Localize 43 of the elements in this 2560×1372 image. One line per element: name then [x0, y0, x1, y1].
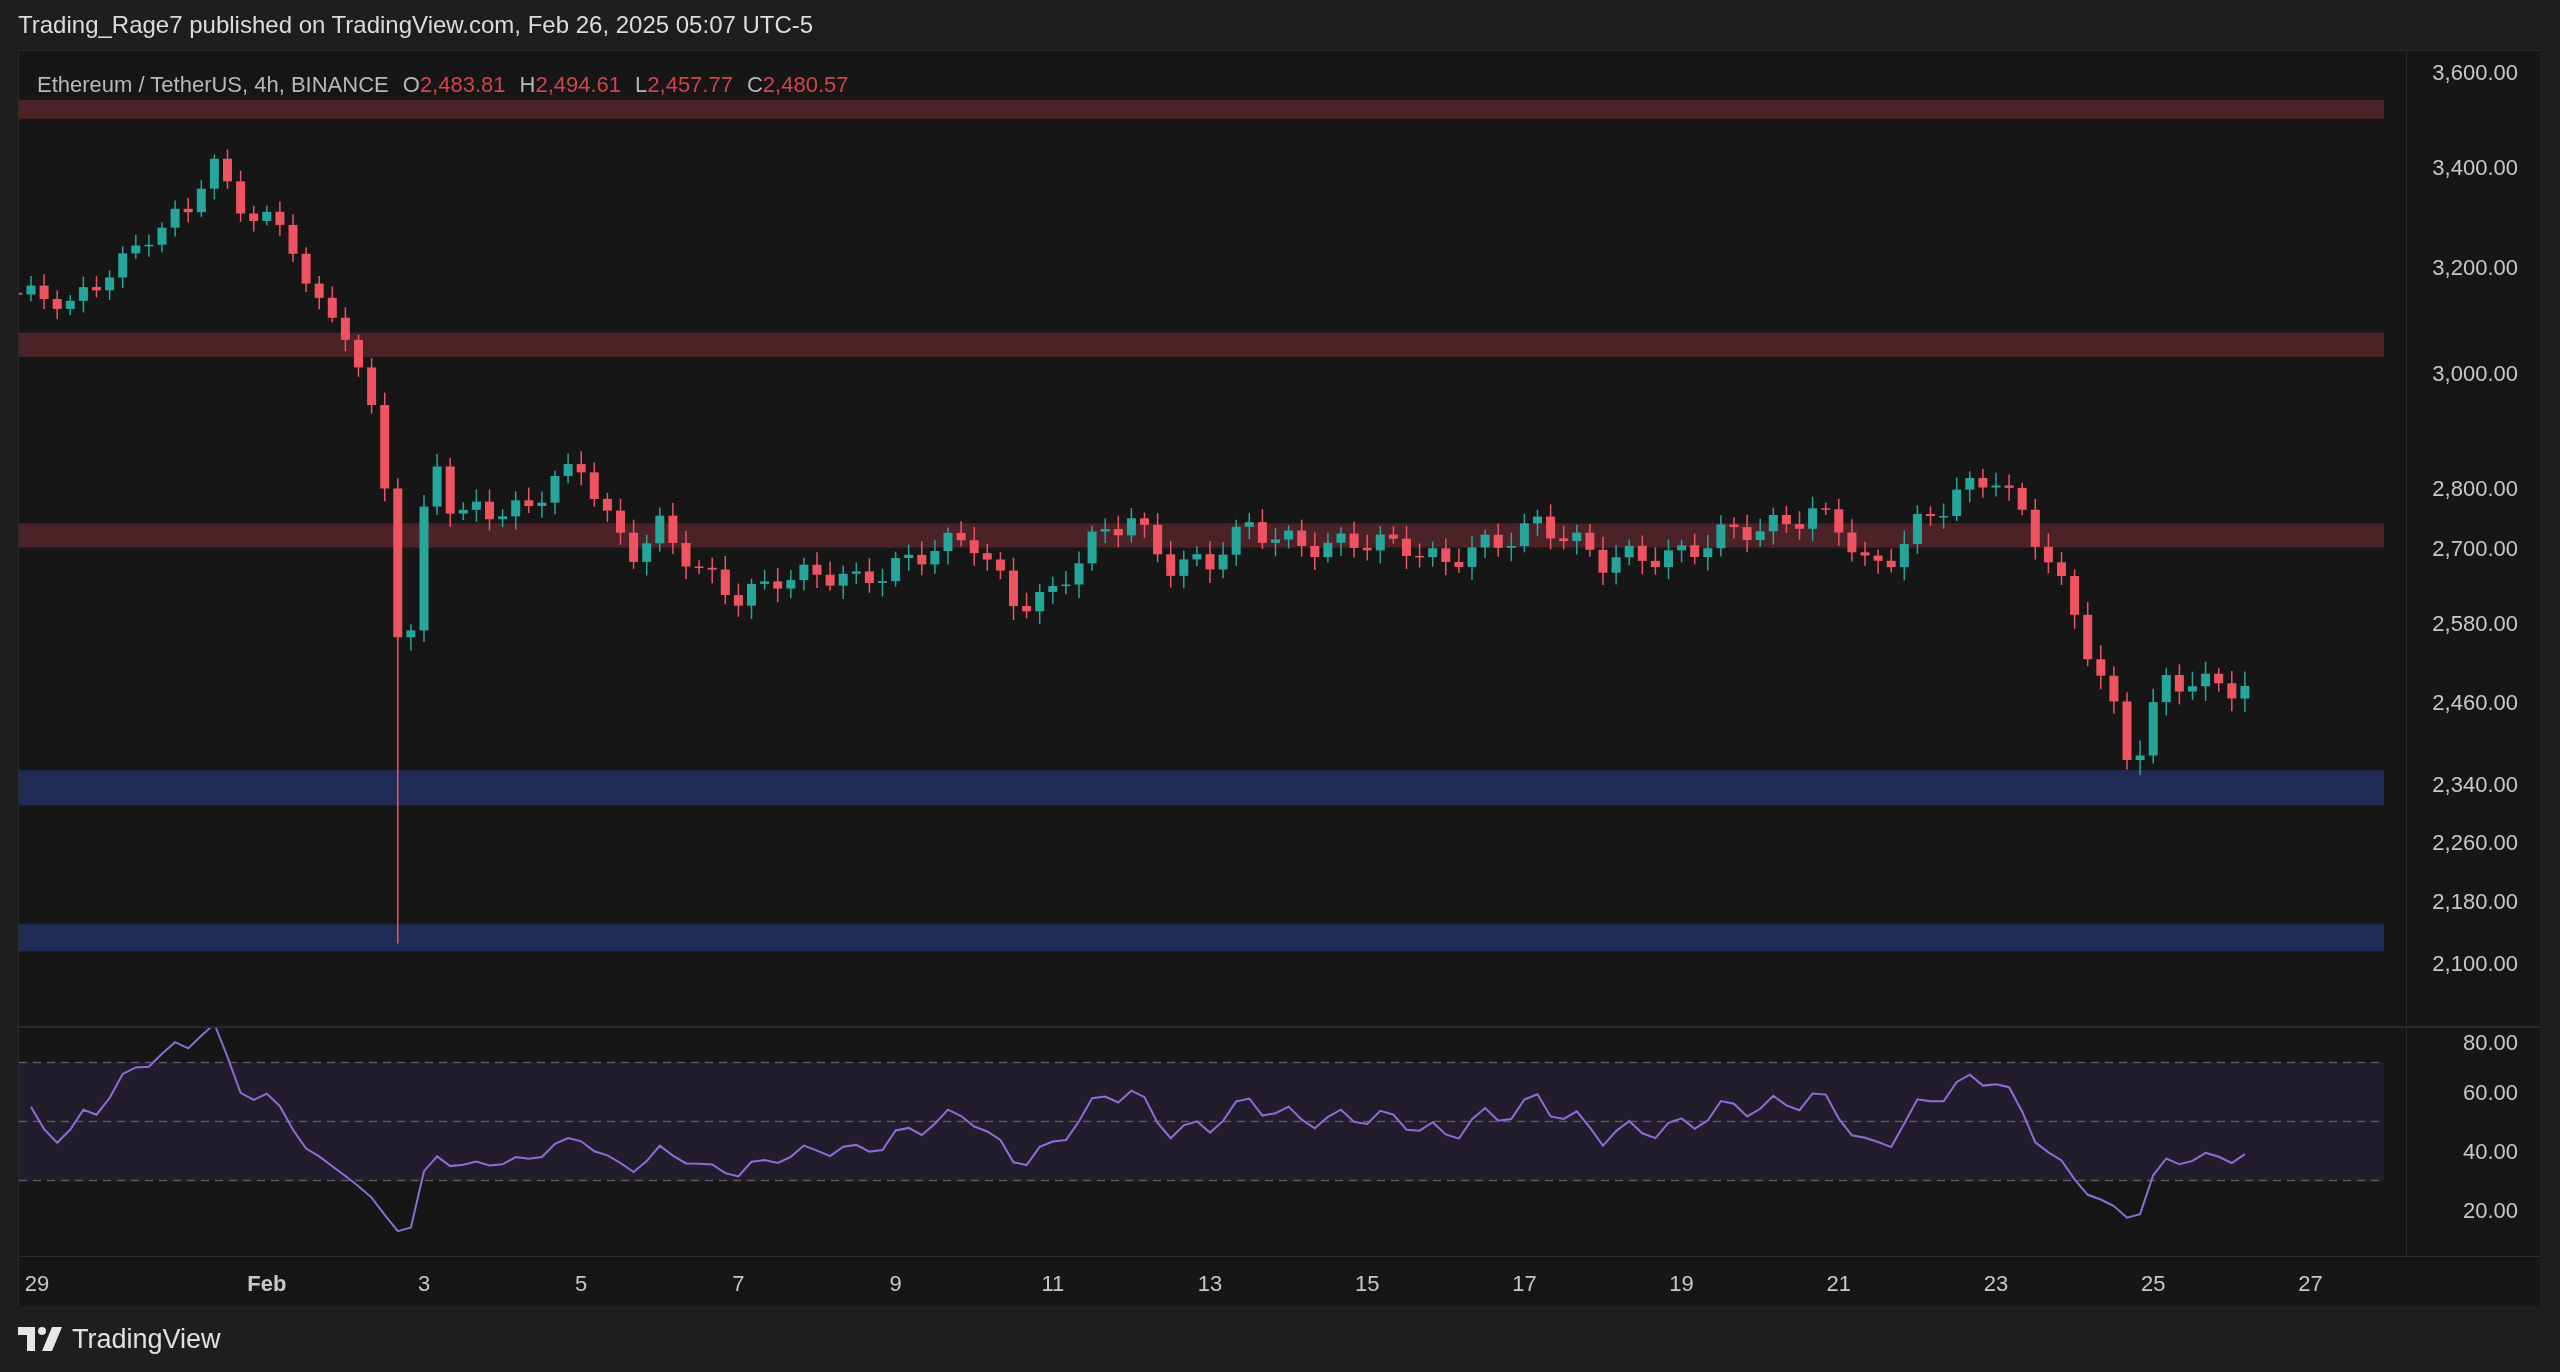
date-label: 19	[1669, 1270, 1694, 1298]
brand-name: TradingView	[72, 1322, 221, 1356]
price-label: 3,600.00	[2432, 58, 2518, 87]
date-label: 29	[24, 1270, 50, 1298]
date-label: 27	[2298, 1270, 2323, 1298]
ohlc-label: O	[402, 71, 420, 99]
rsi-label: 20.00	[2462, 1196, 2518, 1225]
date-label: 5	[575, 1270, 588, 1298]
ohlc-value: 2,457.77	[647, 71, 733, 99]
ohlc-label: H	[519, 71, 536, 99]
price-label: 2,800.00	[2432, 474, 2518, 502]
date-label: 23	[1983, 1270, 2009, 1298]
ohlc-label: C	[746, 71, 763, 99]
price-label: 2,100.00	[2432, 949, 2518, 978]
publish-info: Trading_Rage7 published on TradingView.com, Feb 26, 2025 05:07 UTC-5	[18, 10, 814, 40]
date-label: 7	[732, 1270, 745, 1298]
price-label: 3,000.00	[2432, 359, 2518, 388]
price-label: 2,460.00	[2432, 688, 2518, 716]
price-label: 2,580.00	[2432, 609, 2518, 638]
date-label: 17	[1512, 1270, 1537, 1298]
date-label: 15	[1354, 1270, 1380, 1298]
price-label: 3,200.00	[2432, 253, 2518, 282]
price-label: 3,400.00	[2432, 153, 2518, 182]
ohlc-value: 2,483.81	[419, 71, 506, 99]
price-label: 2,340.00	[2432, 770, 2518, 799]
date-label: 13	[1197, 1270, 1223, 1298]
price-label: 2,260.00	[2432, 828, 2518, 857]
logo-icon	[18, 1327, 62, 1351]
rsi-label: 40.00	[2462, 1137, 2518, 1166]
ohlc-label: L	[635, 71, 648, 99]
date-label: 25	[2140, 1270, 2166, 1298]
price-label: 2,180.00	[2432, 887, 2518, 916]
ohlc-value: 2,494.61	[535, 71, 622, 99]
rsi-label: 60.00	[2462, 1078, 2518, 1107]
ohlc-value: 2,480.57	[762, 71, 849, 99]
date-label: Feb	[247, 1270, 287, 1298]
date-label: 9	[889, 1270, 902, 1298]
date-label: 3	[417, 1270, 431, 1298]
date-label: 21	[1826, 1270, 1852, 1298]
price-label: 2,700.00	[2432, 534, 2518, 563]
symbol-title: Ethereum / TetherUS, 4h, BINANCE	[37, 71, 389, 99]
date-label: 11	[1041, 1270, 1065, 1298]
rsi-label: 80.00	[2462, 1028, 2518, 1057]
